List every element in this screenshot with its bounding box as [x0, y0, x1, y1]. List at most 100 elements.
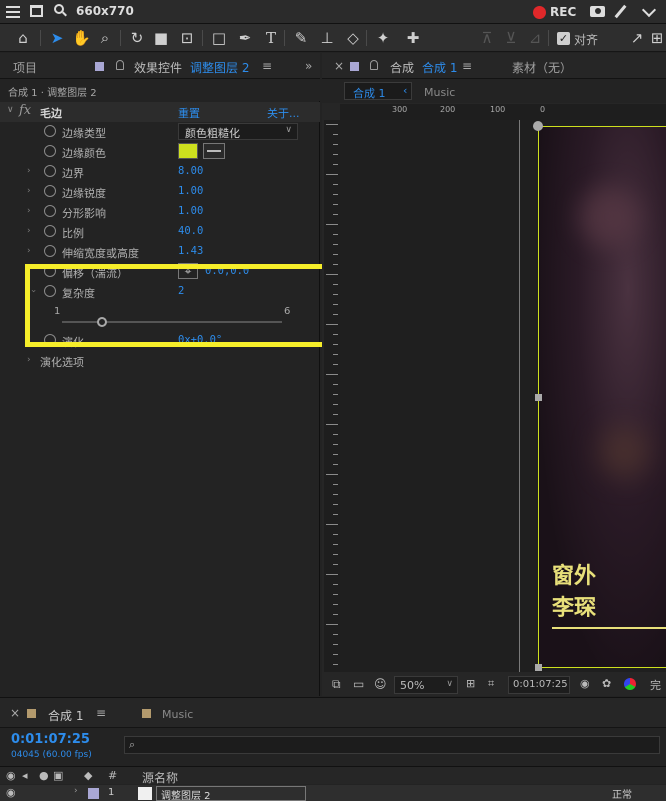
camera-icon[interactable] [590, 6, 605, 17]
blend-mode[interactable]: 正常 [612, 786, 632, 801]
property-value[interactable]: 1.43 [178, 245, 203, 257]
stopwatch-icon[interactable] [44, 205, 56, 217]
snapping-checkbox[interactable]: ✓ [557, 32, 570, 45]
rotate-tool-icon[interactable]: ↻ [128, 29, 146, 47]
tab-effect-controls-layer[interactable]: 调整图层 2 [190, 59, 249, 76]
home-icon[interactable]: ⌂ [14, 29, 32, 47]
timeline-search-input[interactable]: ⌕ [124, 736, 660, 754]
transform-handle[interactable] [535, 664, 542, 671]
puppet-pin-tool-icon[interactable]: ✚ [404, 29, 422, 47]
solo-icon[interactable]: ● [39, 769, 49, 782]
selection-tool-icon[interactable]: ➤ [48, 29, 66, 47]
current-time[interactable]: 0:01:07:25 [11, 732, 90, 747]
expand-icon[interactable]: › [27, 355, 31, 365]
monitor-icon[interactable]: ▭ [353, 677, 364, 691]
layer-label-swatch[interactable] [88, 788, 99, 799]
expand-icon[interactable]: › [27, 226, 31, 236]
lock-icon[interactable] [116, 60, 124, 70]
roto-brush-tool-icon[interactable]: ✦ [374, 29, 392, 47]
snap-options-icon[interactable]: ↗ [628, 29, 646, 47]
stopwatch-icon[interactable] [44, 245, 56, 257]
subtab-comp[interactable]: 合成 1 ‹ [344, 82, 412, 100]
world-axis-icon[interactable]: ⊻ [502, 29, 520, 47]
tab-composition[interactable]: 合成 [390, 59, 414, 76]
about-link[interactable]: 关于... [267, 105, 300, 121]
comp-timecode[interactable]: 0:01:07:25 [508, 676, 570, 694]
resolution-icon[interactable]: ⊞ [466, 677, 475, 690]
pan-behind-tool-icon[interactable]: ⊡ [178, 29, 196, 47]
property-value[interactable]: 8.00 [178, 165, 203, 177]
lock-icon[interactable]: ▣ [53, 769, 63, 782]
zoom-tool-icon[interactable]: ⌕ [96, 29, 114, 47]
eye-icon[interactable]: ◉ [6, 786, 16, 799]
eraser-tool-icon[interactable]: ◇ [344, 29, 362, 47]
collapse-effect-icon[interactable]: ∨ [7, 105, 14, 115]
panel-menu-icon[interactable]: ≡ [96, 706, 106, 720]
hand-tool-icon[interactable]: ✋ [72, 29, 91, 47]
rec-button[interactable]: REC [550, 5, 576, 19]
anchor-handle[interactable] [533, 121, 543, 131]
overflow-icon[interactable]: » [305, 59, 312, 73]
expand-icon[interactable]: › [27, 186, 31, 196]
close-tab-icon[interactable]: × [334, 59, 344, 73]
fx-icon[interactable]: fx [19, 103, 31, 118]
lock-icon[interactable] [370, 60, 378, 70]
brush-tool-icon[interactable]: ✎ [292, 29, 310, 47]
roi-icon[interactable]: ⌗ [488, 677, 494, 691]
panel-menu-icon[interactable]: ≡ [262, 59, 272, 73]
show-snapshot-icon[interactable]: ✿ [602, 677, 611, 690]
always-preview-icon[interactable]: ⧉ [332, 677, 341, 692]
eye-icon[interactable]: ◉ [6, 769, 16, 782]
subtab-music[interactable]: Music [424, 86, 455, 99]
menu-icon[interactable] [6, 4, 20, 18]
tab-effect-controls[interactable]: 效果控件 [134, 59, 182, 76]
ruler-tick [326, 274, 338, 275]
transform-handle[interactable] [535, 394, 542, 401]
layer-name-field[interactable]: 调整图层 2 [156, 786, 306, 801]
tab-composition-name[interactable]: 合成 1 [422, 59, 457, 76]
clone-stamp-tool-icon[interactable]: ⊥ [318, 29, 336, 47]
type-tool-icon[interactable]: T [262, 29, 280, 47]
mask-visibility-icon[interactable]: ☺ [374, 677, 387, 691]
zoom-dropdown[interactable]: 50% ∨ [394, 676, 458, 694]
tab-footage[interactable]: 素材（无） [512, 59, 572, 76]
window-icon[interactable] [30, 5, 43, 17]
edge-color-swatch[interactable] [178, 143, 198, 159]
snapshot-icon[interactable]: ◉ [580, 677, 590, 690]
label-icon[interactable]: ◆ [84, 769, 92, 782]
camera-tool-icon[interactable]: ■ [152, 29, 170, 47]
collapse-icon[interactable] [641, 2, 657, 18]
effect-header[interactable]: ∨ fx 毛边 重置 关于... [0, 102, 320, 122]
pen-icon[interactable] [614, 4, 627, 19]
close-tab-icon[interactable]: × [10, 706, 20, 720]
expand-icon[interactable]: › [27, 166, 31, 176]
audio-icon[interactable]: ◂ [22, 769, 28, 782]
edge-type-dropdown[interactable]: 颜色粗糙化 ∨ [178, 123, 298, 140]
view-axis-icon[interactable]: ⊿ [526, 29, 544, 47]
pen-tool-icon[interactable]: ✒ [236, 29, 254, 47]
timeline-tab-music[interactable]: Music [162, 708, 193, 721]
rectangle-tool-icon[interactable]: □ [210, 29, 228, 47]
expand-icon[interactable]: ⊞ [648, 29, 666, 47]
eyedropper-icon[interactable] [203, 143, 225, 159]
panel-menu-icon[interactable]: ≡ [462, 59, 472, 73]
property-value[interactable]: 1.00 [178, 205, 203, 217]
stopwatch-icon[interactable] [44, 185, 56, 197]
expand-icon[interactable]: › [74, 786, 78, 796]
reset-link[interactable]: 重置 [178, 105, 200, 121]
property-value[interactable]: 40.0 [178, 225, 203, 237]
property-row-edge-sharpness: › 边缘锐度 1.00 [0, 182, 320, 202]
stopwatch-icon[interactable] [44, 125, 56, 137]
timeline-tab[interactable]: 合成 1 [48, 707, 83, 724]
stopwatch-icon[interactable] [44, 165, 56, 177]
property-value[interactable]: 1.00 [178, 185, 203, 197]
stopwatch-icon[interactable] [44, 225, 56, 237]
expand-icon[interactable]: › [27, 206, 31, 216]
color-channels-icon[interactable] [624, 678, 636, 690]
layer-row[interactable]: ◉ › 1 调整图层 2 正常 [0, 785, 666, 801]
tab-project[interactable]: 项目 [13, 59, 37, 76]
local-axis-icon[interactable]: ⊼ [478, 29, 496, 47]
stopwatch-icon[interactable] [44, 145, 56, 157]
column-source-name[interactable]: 源名称 [142, 769, 178, 786]
expand-icon[interactable]: › [27, 246, 31, 256]
